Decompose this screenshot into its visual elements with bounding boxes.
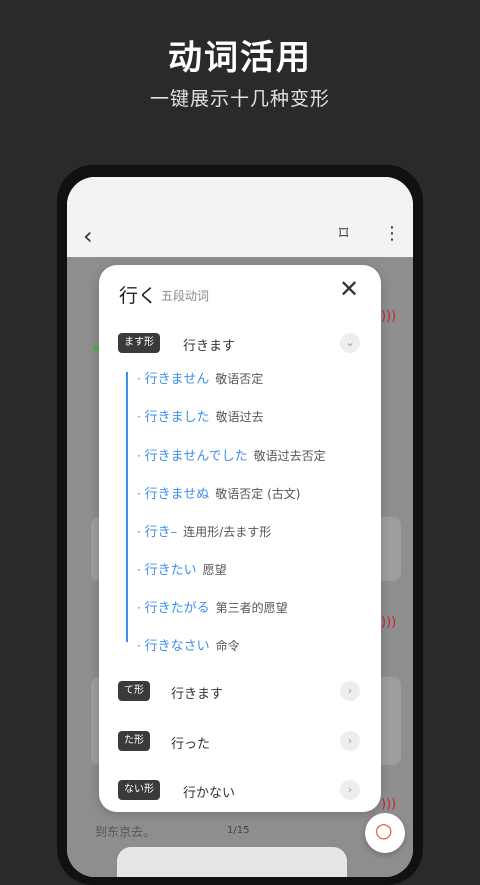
audio-icon: ))) [381, 797, 397, 812]
sub-form-meaning: 敬语过去否定 [253, 449, 326, 463]
sub-form-meaning: 敬语否定 (古文) [215, 487, 301, 501]
ta-form-badge: た形 [118, 731, 150, 751]
sub-form-row[interactable]: · 行きませんでした 敬语过去否定 [137, 445, 326, 464]
chevron-down-icon[interactable]: ⌄ [340, 333, 360, 353]
sub-form-text: 行き– [144, 525, 178, 540]
sub-form-meaning: 第三者的愿望 [215, 601, 288, 615]
bottom-sheet-handle [117, 847, 347, 877]
sub-form-row[interactable]: · 行きませぬ 敬语否定 (古文) [137, 483, 300, 502]
search-icon: ○ [375, 818, 393, 842]
sub-form-meaning: 连用形/去ます形 [183, 525, 272, 539]
chevron-right-icon[interactable]: › [340, 780, 360, 800]
sub-form-meaning: 敬语过去 [215, 410, 264, 424]
popup-word-type: 五段动词 [161, 289, 210, 303]
sub-form-meaning: 命令 [215, 639, 240, 653]
back-icon[interactable]: ‹ [83, 224, 93, 248]
sub-form-meaning: 愿望 [202, 563, 227, 577]
sub-form-row[interactable]: · 行き– 连用形/去ます形 [137, 521, 271, 540]
sub-form-line [126, 372, 128, 642]
sub-form-text: 行きませぬ [144, 487, 210, 502]
promo-title: 动词活用 [168, 38, 312, 78]
sub-form-text: 行きました [144, 410, 210, 425]
ta-form-value: 行った [171, 737, 211, 752]
sub-form-text: 行きたがる [144, 601, 210, 616]
example-sentence: 到东京去。 [95, 825, 156, 839]
chevron-right-icon[interactable]: › [340, 681, 360, 701]
sub-form-row[interactable]: · 行きました 敬语过去 [137, 406, 264, 425]
masu-form-badge: ます形 [118, 333, 160, 353]
audio-icon: ))) [381, 309, 397, 324]
audio-icon: ))) [381, 615, 397, 630]
sub-form-text: 行きなさい [144, 639, 210, 654]
sub-form-text: 行きません [144, 372, 210, 387]
app-bar: ‹ ⌑ ⋮ [67, 177, 413, 257]
te-form-value: 行きます [171, 687, 224, 702]
sub-form-text: 行きたい [144, 563, 197, 578]
sub-form-row[interactable]: · 行きなさい 命令 [137, 635, 240, 654]
sub-form-row[interactable]: · 行きたがる 第三者的愿望 [137, 597, 288, 616]
masu-form-value: 行きます [183, 339, 236, 354]
sub-form-meaning: 敬语否定 [215, 372, 264, 386]
nai-form-value: 行かない [183, 786, 236, 801]
sub-form-row[interactable]: · 行きません 敬语否定 [137, 368, 263, 387]
sub-form-text: 行きませんでした [144, 449, 248, 464]
nai-form-badge: ない形 [118, 780, 160, 800]
promo-subtitle: 一键展示十几种变形 [149, 88, 330, 110]
close-icon[interactable]: ✕ [339, 277, 359, 301]
page-indicator: 1/15 [227, 825, 250, 836]
conjugation-popup: 行く 五段动词 ✕ ます形 行きます ⌄ · 行きません 敬语否定 · 行きました… [99, 265, 381, 812]
popup-word: 行く [119, 285, 158, 307]
sub-form-row[interactable]: · 行きたい 愿望 [137, 559, 227, 578]
speaker-icon[interactable]: ⌑ [339, 225, 348, 243]
search-button[interactable]: ○ [365, 813, 405, 853]
more-icon[interactable]: ⋮ [383, 225, 401, 243]
chevron-right-icon[interactable]: › [340, 731, 360, 751]
te-form-badge: て形 [118, 681, 150, 701]
